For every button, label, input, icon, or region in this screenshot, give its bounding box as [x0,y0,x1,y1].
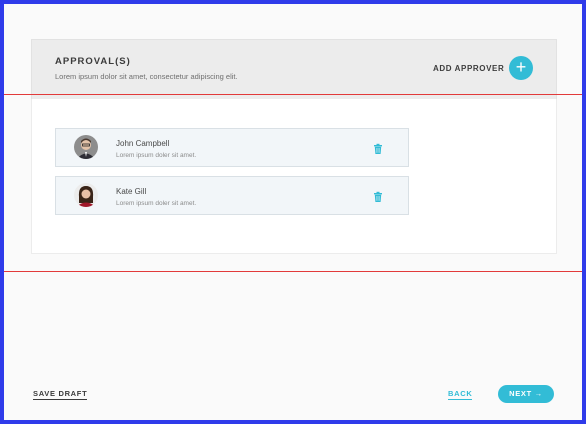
approver-name: Kate Gill [116,187,147,196]
approver-description: Lorem ipsum doler sit amet. [116,152,197,159]
add-approver-label[interactable]: ADD APPROVER [433,64,504,73]
avatar [74,135,98,159]
section-subtitle: Lorem ipsum dolor sit amet, consectetur … [55,72,238,81]
next-button[interactable]: NEXT → [498,385,554,403]
section-title: APPROVAL(S) [55,56,131,67]
approver-item: Kate Gill Lorem ipsum doler sit amet. [55,176,409,215]
guide-line-top [4,94,582,95]
guide-line-bottom [4,271,582,272]
add-approver-button[interactable]: + [509,56,533,80]
trash-icon[interactable] [372,142,384,154]
approver-name: John Campbell [116,139,170,148]
approvals-header: APPROVAL(S) Lorem ipsum dolor sit amet, … [31,39,557,100]
page-frame: APPROVAL(S) Lorem ipsum dolor sit amet, … [4,4,582,420]
trash-icon[interactable] [372,190,384,202]
approver-description: Lorem ipsum doler sit amet. [116,200,197,207]
approver-item: John Campbell Lorem ipsum doler sit amet… [55,128,409,167]
avatar [74,183,98,207]
back-button[interactable]: BACK [448,389,473,400]
save-draft-button[interactable]: SAVE DRAFT [33,389,88,400]
